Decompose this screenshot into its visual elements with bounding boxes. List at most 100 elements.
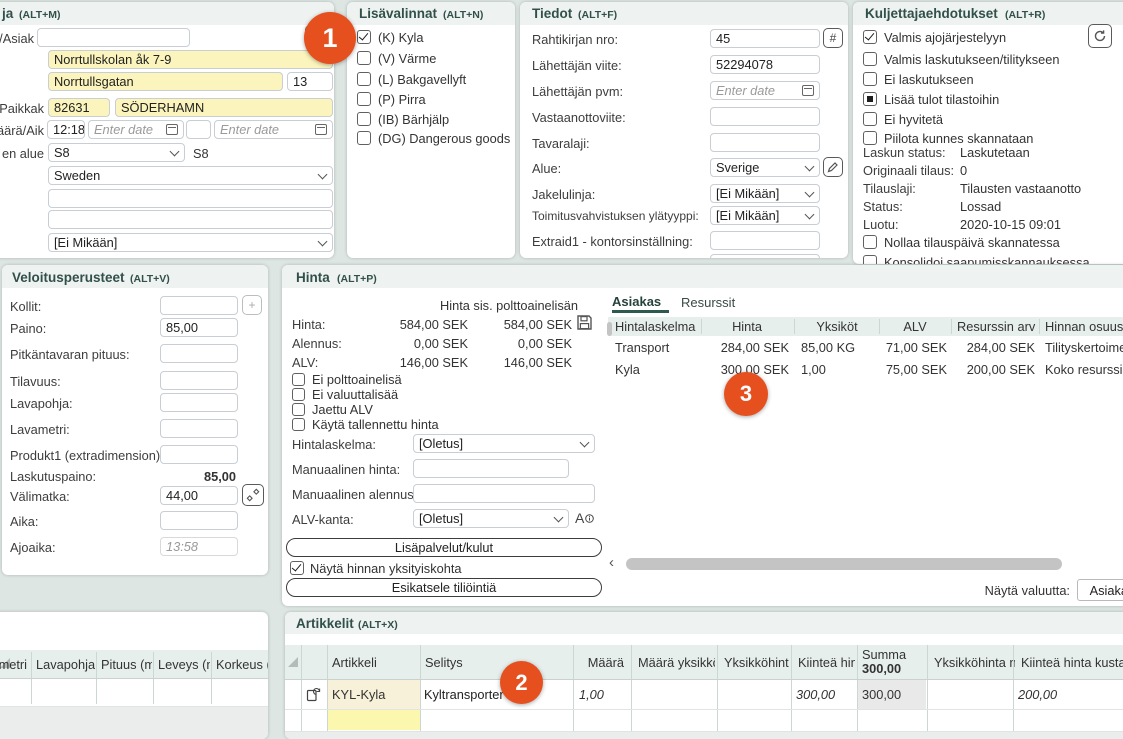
refresh-button[interactable] [1088, 24, 1112, 48]
price-col-hintalaskelma[interactable]: Hintalaskelma [612, 317, 698, 336]
volume-input[interactable] [160, 371, 238, 390]
tab-resurssit[interactable]: Resurssit [681, 295, 735, 310]
articles-col-kiintea-kustannus[interactable]: Kiinteä hinta kustan [1018, 653, 1123, 671]
sender-ref-input[interactable]: 52294078 [710, 55, 820, 74]
articles-col-maara[interactable]: Määrä [581, 653, 627, 671]
price-col-hinta[interactable]: Hinta [702, 317, 792, 336]
price-col-alv[interactable]: ALV [880, 317, 950, 336]
checkbox-pirra[interactable] [357, 92, 371, 106]
articles-col-kiintea-hinta[interactable]: Kiinteä hinta [795, 653, 855, 671]
calendar-icon[interactable] [315, 124, 327, 135]
price-row2-yksikot[interactable]: 1,00 [798, 360, 878, 379]
checkbox-bakgavellyft[interactable] [357, 72, 371, 86]
articles-col-selitys[interactable]: Selitys [422, 653, 570, 671]
price-row2-alv[interactable]: 75,00 SEK [880, 360, 950, 379]
goods-type-input[interactable] [710, 133, 820, 152]
date-input-2[interactable]: Enter date [214, 120, 333, 139]
new-article-cell[interactable] [328, 710, 420, 730]
row-action-button[interactable] [305, 686, 322, 706]
price-row2-osuus[interactable]: Koko resurssia [1042, 360, 1123, 379]
extra-services-button[interactable]: Lisäpalvelut/kulut [286, 538, 602, 557]
vertical-scrollbar-thumb[interactable] [607, 322, 612, 336]
manual-discount-input[interactable] [413, 484, 595, 503]
distance-input[interactable]: 44,00 [160, 486, 238, 505]
articles-col-yksikkohinta-n[interactable]: Yksikköhinta n [931, 653, 1015, 671]
street-input[interactable]: Norrtullsgatan [48, 72, 283, 91]
drive-time-input[interactable]: 13:58 [160, 537, 238, 556]
pallet-meter-input[interactable] [160, 419, 238, 438]
dims-col-pituus[interactable]: Pituus (m [98, 655, 152, 673]
name-input[interactable]: Norrtullskolan åk 7-9 [48, 50, 333, 69]
time-input-2[interactable] [186, 120, 211, 139]
price-row2-name[interactable]: Kyla [612, 360, 698, 379]
calendar-icon[interactable] [802, 85, 814, 96]
checkbox-kyla[interactable] [357, 30, 371, 44]
show-currency-select[interactable]: Asiakas [1077, 579, 1123, 601]
checkbox-dangerous-goods[interactable] [357, 131, 371, 145]
address-none-select[interactable]: [Ei Mikään] [48, 233, 333, 252]
article-fixed-cost-value[interactable]: 200,00 [1018, 687, 1057, 702]
price-row1-resurssin[interactable]: 284,00 SEK [952, 338, 1038, 357]
distance-calc-button[interactable] [242, 484, 264, 506]
checkbox-varme[interactable] [357, 51, 371, 65]
customer-input[interactable] [37, 28, 190, 47]
checkbox-use-saved-price[interactable] [292, 418, 305, 431]
price-row2-resurssin[interactable]: 200,00 SEK [952, 360, 1038, 379]
dims-col-metri[interactable]: metri [0, 655, 30, 673]
confirmation-type-select[interactable]: [Ei Mikään] [710, 206, 820, 225]
dims-col-leveys[interactable]: Leveys (m [155, 655, 210, 673]
waybill-hash-button[interactable]: # [823, 28, 843, 48]
checkbox-no-invoicing[interactable] [863, 72, 877, 86]
price-row1-alv[interactable]: 71,00 SEK [880, 338, 950, 357]
city-input[interactable]: SÖDERHAMN [115, 98, 333, 117]
checkbox-consolidate[interactable] [863, 255, 877, 264]
vat-info-icon[interactable]: A [575, 510, 594, 526]
article-description-value[interactable]: Kyltransporter [424, 687, 504, 702]
vat-base-select[interactable]: [Oletus] [413, 509, 569, 528]
scroll-left-arrow[interactable]: ‹ [609, 554, 614, 571]
checkbox-hide-until-scanned[interactable] [863, 131, 877, 145]
zone-select[interactable]: S8 [48, 143, 185, 162]
time-input[interactable]: 12:18 [47, 120, 85, 139]
zip-input[interactable]: 82631 [48, 98, 110, 117]
country-select[interactable]: Sweden [48, 166, 333, 185]
price-col-hinnan-osuus[interactable]: Hinnan osuus r [1042, 317, 1123, 336]
address-extra-input-2[interactable] [48, 210, 333, 229]
articles-col-summa[interactable]: Summa 300,00 [862, 648, 926, 676]
price-row1-hinta[interactable]: 284,00 SEK [702, 338, 792, 357]
article-qty-value[interactable]: 1,00 [579, 687, 604, 702]
long-goods-input[interactable] [160, 344, 238, 363]
sender-date-input[interactable]: Enter date [710, 81, 820, 100]
save-price-button[interactable] [575, 313, 594, 335]
price-row1-yksikot[interactable]: 85,00 KG [798, 338, 878, 357]
checkbox-split-vat[interactable] [292, 403, 305, 416]
checkbox-no-currency-surcharge[interactable] [292, 388, 305, 401]
checkbox-add-statistics[interactable] [863, 92, 877, 106]
checkbox-barhjalp[interactable] [357, 112, 371, 126]
articles-col-yksikkohinta[interactable]: Yksikköhinta [721, 653, 789, 671]
article-fixed-price-value[interactable]: 300,00 [796, 687, 835, 702]
street-number-input[interactable]: 13 [287, 72, 333, 91]
area-edit-button[interactable] [823, 157, 843, 177]
checkbox-no-fuel-surcharge[interactable] [292, 373, 305, 386]
area-select[interactable]: Sverige [710, 158, 820, 177]
preview-posting-button[interactable]: Esikatsele tiliöintiä [286, 578, 602, 597]
checkbox-ready-dispatch[interactable] [863, 30, 877, 44]
price-col-resurssin-arv[interactable]: Resurssin arv [954, 317, 1038, 336]
time-basis-input[interactable] [160, 511, 238, 530]
calendar-icon[interactable] [166, 124, 178, 135]
checkbox-reset-order-date[interactable] [863, 235, 877, 249]
price-calc-select[interactable]: [Oletus] [413, 434, 595, 453]
extraid1-input[interactable] [710, 231, 820, 250]
weight-input[interactable]: 85,00 [160, 318, 238, 337]
packages-input[interactable] [160, 296, 238, 315]
receiver-ref-input[interactable] [710, 107, 820, 126]
waybill-number-input[interactable]: 45 [710, 29, 820, 48]
price-row1-osuus[interactable]: Tilityskertoime [1042, 338, 1123, 357]
produkt1-input[interactable] [160, 445, 238, 464]
distribution-line-select[interactable]: [Ei Mikään] [710, 184, 820, 203]
tab-asiakas[interactable]: Asiakas [612, 294, 661, 309]
dims-col-lavapohja[interactable]: Lavapohja [33, 655, 95, 673]
date-input-1[interactable]: Enter date [88, 120, 184, 139]
extraid2-input[interactable] [710, 254, 820, 258]
